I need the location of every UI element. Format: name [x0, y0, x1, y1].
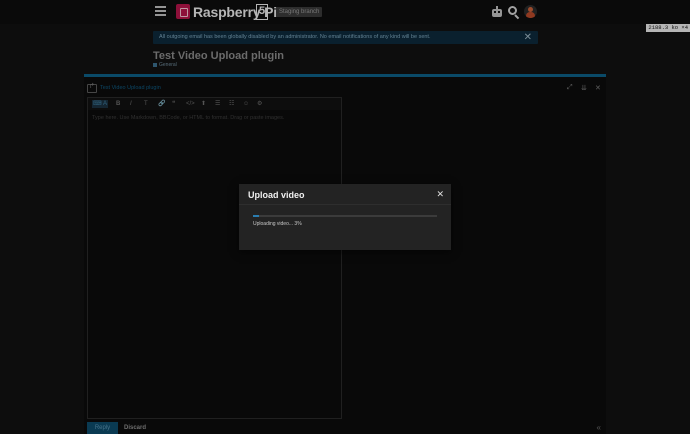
upload-status-text: Uploading video... 3%: [253, 221, 302, 227]
modal-title: Upload video: [248, 190, 305, 200]
upload-video-modal: Upload video ✕ Uploading video... 3%: [239, 184, 451, 250]
upload-progress-bar: [253, 215, 437, 217]
modal-divider: [239, 204, 451, 205]
modal-close-icon[interactable]: ✕: [436, 189, 444, 199]
upload-progress-fill: [253, 215, 259, 217]
